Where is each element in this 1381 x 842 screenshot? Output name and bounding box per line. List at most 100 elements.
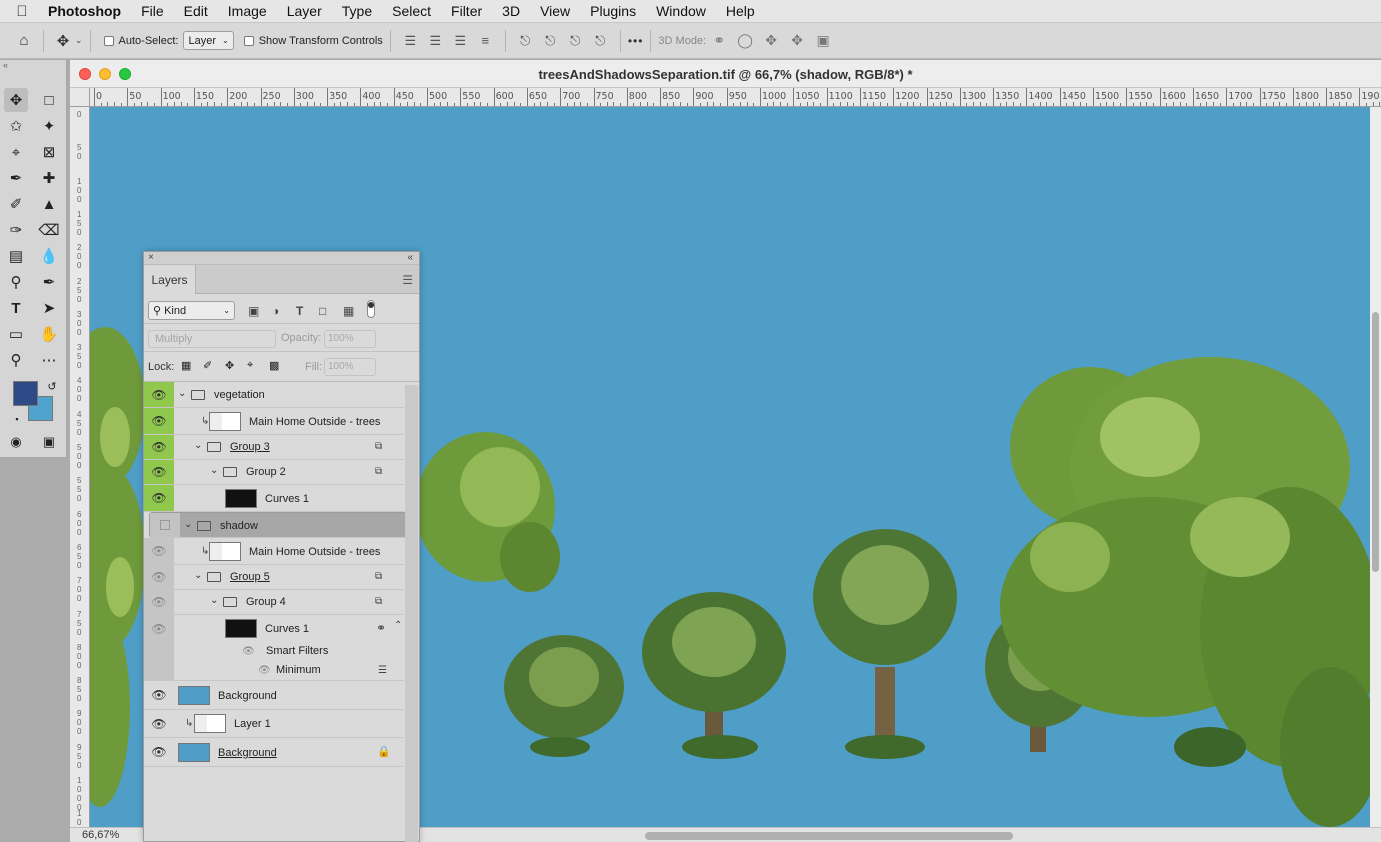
foreground-color-swatch[interactable] bbox=[13, 381, 38, 406]
layer-row-curves1-smart[interactable]: 👁 Curves 1 ⚭ ⌃ 👁 Smart Filters 👁 Minimum… bbox=[144, 615, 404, 681]
lasso-tool-icon[interactable]: ✩ bbox=[4, 114, 28, 138]
default-colors-icon[interactable]: ▪ bbox=[5, 407, 29, 431]
align-center-h-icon[interactable]: ☰ bbox=[423, 30, 448, 52]
chevron-down-icon[interactable]: ⌄ bbox=[184, 519, 192, 530]
menu-3d[interactable]: 3D bbox=[492, 3, 530, 19]
lock-pixels-icon[interactable]: ✐ bbox=[203, 359, 212, 372]
history-brush-icon[interactable]: ✑ bbox=[4, 218, 28, 242]
frame-tool-icon[interactable]: ⊠ bbox=[37, 140, 61, 164]
screen-mode-icon[interactable]: ▣ bbox=[37, 430, 61, 454]
visibility-eye-icon[interactable]: 👁 bbox=[144, 435, 174, 459]
visibility-eye-icon[interactable]: 👁 bbox=[144, 565, 174, 589]
apple-menu-icon[interactable]:  bbox=[0, 3, 44, 20]
menu-photoshop[interactable]: Photoshop bbox=[44, 3, 131, 19]
pen-tool-icon[interactable]: ✒ bbox=[37, 270, 61, 294]
gradient-tool-icon[interactable]: ▤ bbox=[4, 244, 28, 268]
opacity-field[interactable]: 100% bbox=[324, 330, 376, 348]
distribute-icon[interactable]: ≡ bbox=[473, 30, 498, 52]
ruler-origin[interactable] bbox=[70, 88, 90, 107]
eyedropper-icon[interactable]: ✒ bbox=[4, 166, 28, 190]
align-middle-v-icon[interactable]: ⎋ bbox=[538, 30, 563, 52]
layer-row-background-1[interactable]: 👁 Background bbox=[144, 681, 404, 710]
fill-field[interactable]: 100% bbox=[324, 358, 376, 376]
blur-tool-icon[interactable]: 💧 bbox=[37, 244, 61, 268]
chevron-down-icon[interactable]: ⌄ bbox=[210, 465, 218, 476]
path-select-icon[interactable]: ➤ bbox=[37, 296, 61, 320]
crop-tool-icon[interactable]: ⌖ bbox=[4, 140, 28, 164]
layer-row-trees[interactable]: 👁 ↳ Main Home Outside - trees bbox=[144, 408, 404, 435]
filter-options-icon[interactable]: ☰ bbox=[378, 665, 387, 676]
vertical-scrollbar[interactable] bbox=[1370, 107, 1381, 827]
blend-mode-dropdown[interactable]: Multiply bbox=[148, 330, 276, 348]
tab-layers[interactable]: Layers bbox=[144, 265, 196, 294]
zoom-level[interactable]: 66,67% bbox=[82, 829, 119, 841]
magic-wand-icon[interactable]: ✦ bbox=[37, 114, 61, 138]
3d-scale-icon[interactable]: ▣ bbox=[810, 32, 836, 49]
stamp-tool-icon[interactable]: ▲ bbox=[37, 192, 61, 216]
horizontal-scroll-thumb[interactable] bbox=[645, 832, 1013, 840]
menu-select[interactable]: Select bbox=[382, 3, 441, 19]
show-transform-checkbox[interactable] bbox=[243, 35, 254, 46]
layer-row-group3[interactable]: 👁 ⌄ Group 3 ⧉ bbox=[144, 435, 404, 460]
collapse-icon[interactable]: « bbox=[0, 60, 66, 74]
align-right-icon[interactable]: ☰ bbox=[448, 30, 473, 52]
panel-menu-icon[interactable]: ☰ bbox=[402, 273, 413, 287]
align-left-icon[interactable]: ☰ bbox=[398, 30, 423, 52]
visibility-eye-icon[interactable]: 👁 bbox=[144, 382, 174, 407]
visibility-eye-icon[interactable]: 👁 bbox=[144, 408, 174, 434]
menu-help[interactable]: Help bbox=[716, 3, 765, 19]
vertical-scroll-thumb[interactable] bbox=[1372, 312, 1379, 572]
brush-tool-icon[interactable]: ✐ bbox=[4, 192, 28, 216]
menu-layer[interactable]: Layer bbox=[277, 3, 332, 19]
visibility-eye-icon[interactable]: 👁 bbox=[144, 710, 174, 737]
layer-row-group5[interactable]: 👁 ⌄ Group 5 ⧉ bbox=[144, 565, 404, 590]
align-top-icon[interactable]: ⎋ bbox=[513, 30, 538, 52]
auto-select-checkbox[interactable] bbox=[103, 35, 114, 46]
3d-roll-icon[interactable]: ◯ bbox=[732, 32, 758, 49]
lock-position-icon[interactable]: ✥ bbox=[225, 359, 234, 372]
visibility-eye-icon[interactable]: 👁 bbox=[144, 590, 174, 614]
filter-smartobject-icon[interactable]: ▦ bbox=[343, 304, 354, 318]
filter-pixel-icon[interactable]: ▣ bbox=[248, 304, 259, 318]
close-panel-icon[interactable]: × bbox=[148, 252, 154, 263]
chevron-down-icon[interactable]: ⌄ bbox=[194, 440, 202, 451]
smart-filters-eye-icon[interactable]: 👁 bbox=[242, 646, 255, 657]
visibility-eye-icon[interactable]: 👁 bbox=[144, 681, 174, 709]
menu-image[interactable]: Image bbox=[218, 3, 277, 19]
collapse-panel-icon[interactable]: « bbox=[407, 252, 413, 263]
dodge-tool-icon[interactable]: ⚲ bbox=[4, 270, 28, 294]
chevron-down-icon[interactable]: ⌄ bbox=[75, 35, 83, 46]
auto-select-dropdown[interactable]: Layer ⌄ bbox=[183, 31, 234, 50]
distribute-v-icon[interactable]: ⎋ bbox=[588, 30, 613, 52]
eraser-icon[interactable]: ⌫ bbox=[37, 218, 61, 242]
filter-type-icon[interactable]: T bbox=[296, 304, 303, 318]
visibility-eye-icon[interactable]: 👁 bbox=[144, 485, 174, 511]
3d-slide-icon[interactable]: ✥ bbox=[784, 32, 810, 49]
3d-pan-icon[interactable]: ✥ bbox=[758, 32, 784, 49]
menu-window[interactable]: Window bbox=[646, 3, 716, 19]
hand-tool-icon[interactable]: ✋ bbox=[37, 322, 61, 346]
rectangle-tool-icon[interactable]: ▭ bbox=[4, 322, 28, 346]
layer-row-group2[interactable]: 👁 ⌄ Group 2 ⧉ bbox=[144, 460, 404, 485]
collapse-arrow-icon[interactable]: ⌃ bbox=[394, 620, 402, 631]
filter-eye-icon[interactable]: 👁 bbox=[258, 665, 271, 676]
layers-scrollbar[interactable] bbox=[405, 385, 418, 842]
chevron-down-icon[interactable]: ⌄ bbox=[178, 388, 186, 399]
move-tool-icon[interactable]: ✥ bbox=[4, 88, 28, 112]
chevron-down-icon[interactable]: ⌄ bbox=[194, 570, 202, 581]
type-tool-icon[interactable]: T bbox=[4, 296, 28, 320]
filter-toggle[interactable] bbox=[367, 300, 375, 318]
visibility-eye-icon[interactable]: 👁 bbox=[144, 460, 174, 484]
zoom-tool-icon[interactable]: ⚲ bbox=[4, 348, 28, 372]
move-tool-preset-icon[interactable]: ✥ bbox=[51, 29, 75, 53]
lock-artboard-icon[interactable]: ⌖ bbox=[247, 359, 253, 372]
swap-colors-icon[interactable]: ↺ bbox=[40, 374, 64, 398]
menu-edit[interactable]: Edit bbox=[174, 3, 218, 19]
layer-row-trees-2[interactable]: 👁 ↳ Main Home Outside - trees bbox=[144, 538, 404, 565]
more-tools-icon[interactable]: ⋯ bbox=[37, 348, 61, 372]
menu-type[interactable]: Type bbox=[332, 3, 382, 19]
visibility-toggle-empty[interactable] bbox=[150, 513, 180, 537]
layer-row-shadow[interactable]: ⌄ shadow bbox=[149, 512, 409, 538]
lock-transparency-icon[interactable]: ▦ bbox=[181, 359, 191, 372]
marquee-tool-icon[interactable]: □ bbox=[37, 88, 61, 112]
